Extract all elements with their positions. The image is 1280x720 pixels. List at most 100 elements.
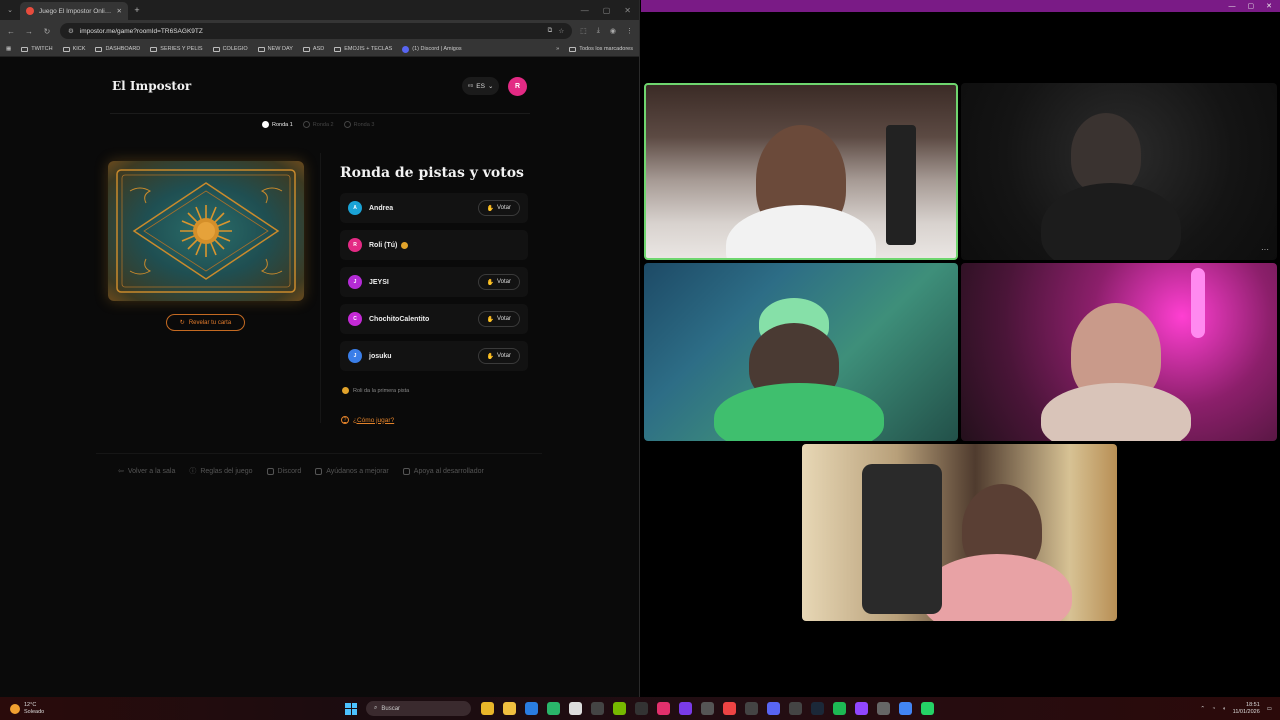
player-name-text: Roli (Tú) — [369, 241, 398, 249]
vote-button[interactable]: ✋ Votar — [477, 311, 520, 327]
app-icon[interactable] — [745, 702, 758, 715]
user-avatar[interactable]: R — [508, 77, 527, 96]
minimize-icon[interactable]: — — [1229, 3, 1236, 10]
weather-widget[interactable]: 12°C Soleado — [0, 702, 80, 716]
notes-app-icon[interactable] — [481, 702, 494, 715]
chevron-up-icon[interactable]: ⌃ — [1200, 706, 1205, 712]
forward-icon[interactable]: → — [24, 27, 34, 36]
volume-icon[interactable]: ◖ — [1222, 706, 1225, 712]
video-tile[interactable]: ··· — [961, 83, 1277, 260]
new-tab-button[interactable]: + — [128, 5, 146, 15]
header-divider — [110, 113, 530, 114]
search-placeholder: Buscar — [381, 705, 401, 712]
video-tile[interactable] — [644, 263, 958, 441]
bookmark-asd[interactable]: ASD — [302, 46, 324, 52]
vote-label: Votar — [496, 279, 511, 285]
app-icon[interactable] — [701, 702, 714, 715]
player-avatar: J — [348, 349, 362, 363]
player-name: Roli (Tú) — [369, 241, 520, 249]
profile-icon[interactable]: ◉ — [610, 27, 616, 35]
brand-logo[interactable]: El Impostor — [112, 79, 191, 93]
vote-button[interactable]: ✋ Votar — [477, 348, 520, 364]
rules-link[interactable]: ⓘ Reglas del juego — [189, 466, 252, 476]
maximize-icon[interactable]: ▢ — [603, 6, 611, 15]
feedback-link[interactable]: Ayúdanos a mejorar — [315, 466, 389, 476]
close-window-icon[interactable]: ✕ — [624, 6, 631, 15]
app-icon[interactable] — [525, 702, 538, 715]
chrome-icon[interactable] — [899, 702, 912, 715]
windows-taskbar: 12°C Soleado ⌕ Buscar ⌃ ◔ ◖ 18:51 11/01/… — [0, 697, 1280, 720]
bookmark-discord[interactable]: (1) Discord | Amigos — [402, 45, 462, 53]
whatsapp-icon[interactable] — [921, 702, 934, 715]
video-tile[interactable] — [961, 263, 1277, 441]
language-selector[interactable]: es ES ⌄ — [462, 77, 500, 95]
exit-icon: ⇦ — [118, 468, 124, 475]
steam-icon[interactable] — [811, 702, 824, 715]
wifi-icon[interactable]: ◔ — [1212, 706, 1215, 712]
folder-icon — [257, 46, 265, 52]
minimize-icon[interactable]: — — [581, 6, 589, 15]
back-icon[interactable]: ← — [6, 27, 16, 36]
bookmark-dashboard[interactable]: DASHBOARD — [95, 46, 140, 52]
notifications-icon[interactable]: ▭ — [1267, 706, 1272, 712]
page-footer: ⇦ Volver a la sala ⓘ Reglas del juego Disc… — [118, 466, 484, 476]
apps-grid-icon[interactable]: ▦ — [6, 46, 11, 52]
file-explorer-icon[interactable] — [503, 702, 516, 715]
all-bookmarks[interactable]: Todos los marcadores — [569, 46, 633, 52]
hand-icon: ✋ — [486, 353, 494, 360]
how-to-play-link[interactable]: ? ¿Cómo jugar? — [341, 416, 394, 424]
bookmark-emojis[interactable]: EMOJIS + TECLAS — [334, 46, 392, 52]
download-icon[interactable]: ⤓ — [597, 27, 600, 35]
taskbar-search[interactable]: ⌕ Buscar — [366, 701, 471, 716]
app-icon[interactable] — [789, 702, 802, 715]
browser-tab-active[interactable]: Juego El Impostor Online - Jueg ✕ — [20, 2, 128, 20]
player-name: JEYSI — [369, 279, 471, 286]
secret-card[interactable] — [108, 161, 304, 301]
participant-body — [726, 205, 876, 258]
app-icon[interactable] — [569, 702, 582, 715]
close-tab-icon[interactable]: ✕ — [117, 7, 122, 15]
bookmark-star-icon[interactable]: ☆ — [558, 27, 564, 35]
discord-link[interactable]: Discord — [266, 466, 301, 476]
cast-icon[interactable]: ⧉ — [548, 27, 553, 35]
back-to-room-link[interactable]: ⇦ Volver a la sala — [118, 466, 175, 476]
obs-icon[interactable] — [657, 702, 670, 715]
maximize-icon[interactable]: ▢ — [1248, 2, 1255, 10]
settings-icon[interactable] — [877, 702, 890, 715]
support-dev-link[interactable]: Apoya al desarrollador — [402, 466, 484, 476]
start-button[interactable] — [345, 702, 357, 715]
reveal-card-button[interactable]: ↻ Revelar tu carta — [166, 314, 245, 331]
bookmark-colegio[interactable]: COLEGIO — [212, 46, 248, 52]
menu-icon[interactable]: ⋮ — [626, 27, 633, 35]
bookmark-series[interactable]: SERIES Y PELIS — [150, 46, 203, 52]
discord-icon[interactable] — [767, 702, 780, 715]
bookmark-newday[interactable]: NEW DAY — [257, 46, 293, 52]
footer-divider — [96, 453, 542, 454]
app-icon[interactable] — [591, 702, 604, 715]
vote-button[interactable]: ✋ Votar — [477, 274, 520, 290]
bookmarks-overflow[interactable]: » — [556, 46, 559, 52]
hand-icon: ✋ — [486, 279, 494, 286]
site-info-icon[interactable]: ⚙ — [68, 27, 74, 35]
app-icon[interactable] — [679, 702, 692, 715]
app-icon[interactable] — [635, 702, 648, 715]
clock[interactable]: 18:51 11/01/2026 — [1233, 702, 1260, 716]
vote-button[interactable]: ✋ Votar — [477, 200, 520, 216]
bookmark-twitch[interactable]: TWITCH — [21, 46, 53, 52]
extensions-icon[interactable]: ⬚ — [580, 27, 587, 35]
tab-search-icon[interactable]: ⌄ — [0, 6, 20, 14]
spotify-icon[interactable] — [833, 702, 846, 715]
twitch-icon[interactable] — [855, 702, 868, 715]
video-tile[interactable] — [802, 444, 1117, 621]
video-tile-speaking[interactable] — [644, 83, 958, 260]
more-options-icon[interactable]: ··· — [1261, 245, 1269, 254]
app-icon[interactable] — [547, 702, 560, 715]
tiktok-icon[interactable] — [723, 702, 736, 715]
url-field[interactable]: ⚙ impostor.me/game?roomId=TR6SAGK9TZ ⧉ ☆ — [60, 23, 573, 39]
close-window-icon[interactable]: ✕ — [1266, 2, 1272, 10]
bookmark-kick[interactable]: KICK — [62, 46, 86, 52]
nvidia-icon[interactable] — [613, 702, 626, 715]
bookmark-label: KICK — [72, 46, 86, 52]
reload-icon[interactable]: ↻ — [42, 27, 52, 36]
neon-light — [1191, 268, 1205, 338]
